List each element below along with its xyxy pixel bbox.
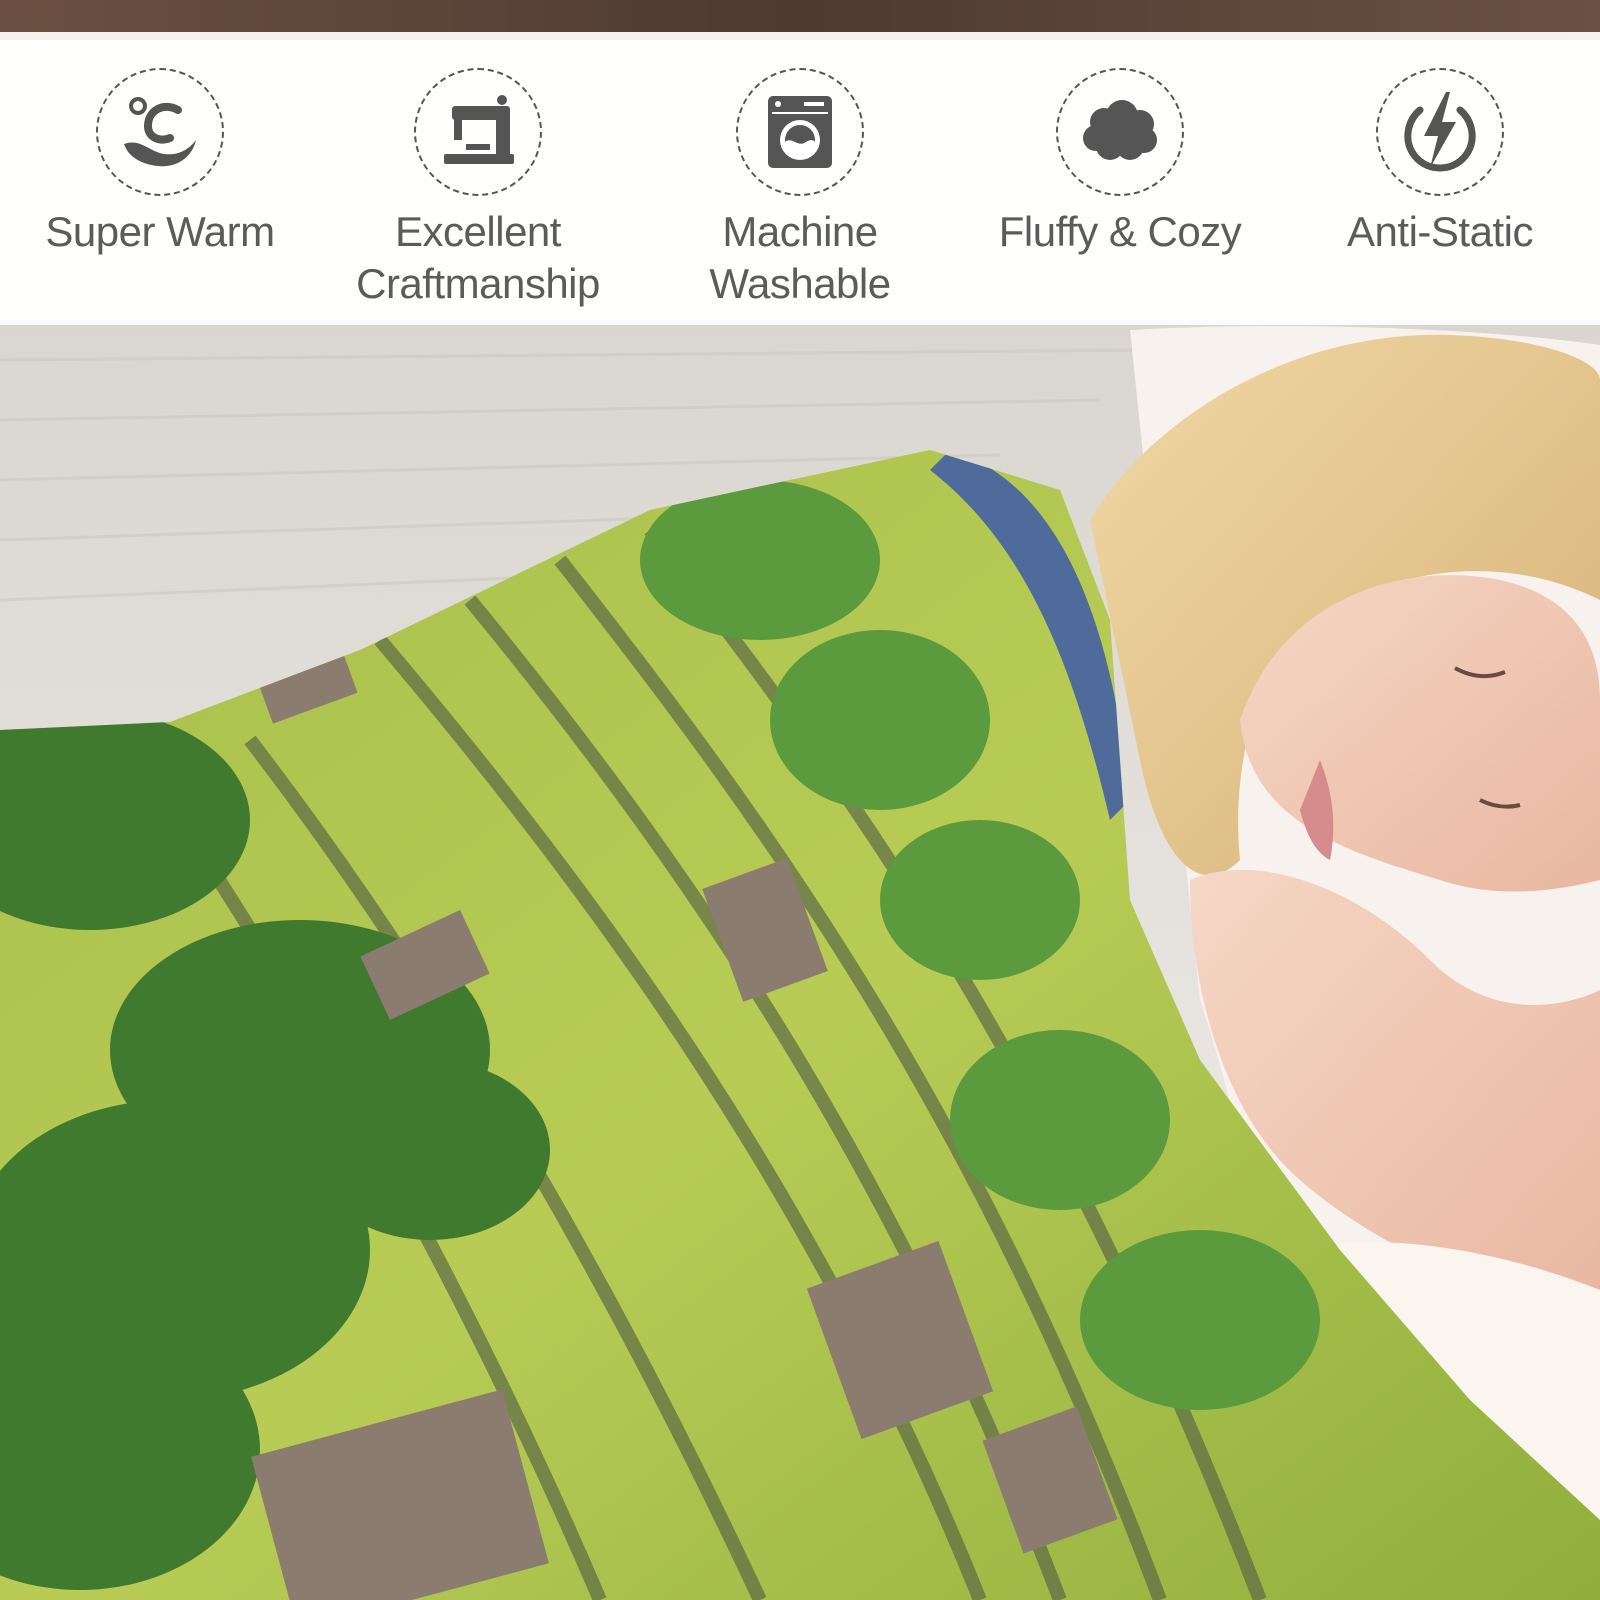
feature-super-warm: Super Warm [10,32,310,325]
feature-icon-frame [96,68,224,196]
feature-machine-washable: Machine Washable [650,32,950,325]
feature-label: Fluffy & Cozy [998,208,1242,255]
feature-fluffy-cozy: Fluffy & Cozy [970,32,1270,325]
feature-icon-frame [414,68,542,196]
feature-label: Anti-Static [1347,208,1533,255]
sewing-machine-icon [444,95,514,164]
feature-label: Super Warm [45,208,275,255]
warm-temperature-icon [124,97,196,167]
cloud-icon [1083,100,1157,160]
feature-icon-frame [1376,68,1504,196]
feature-label: Excellent Craftmanship [356,208,600,307]
feature-anti-static: Anti-Static [1290,32,1590,325]
washing-machine-icon [768,96,832,168]
feature-bar: Super Warm Excellent Craftmanship Machin… [0,32,1600,325]
feature-icon-frame [1056,68,1184,196]
feature-label: Machine Washable [709,208,891,307]
feature-excellent-craftmanship: Excellent Craftmanship [328,32,628,325]
feature-icon-frame [736,68,864,196]
lightning-icon [1404,92,1476,172]
